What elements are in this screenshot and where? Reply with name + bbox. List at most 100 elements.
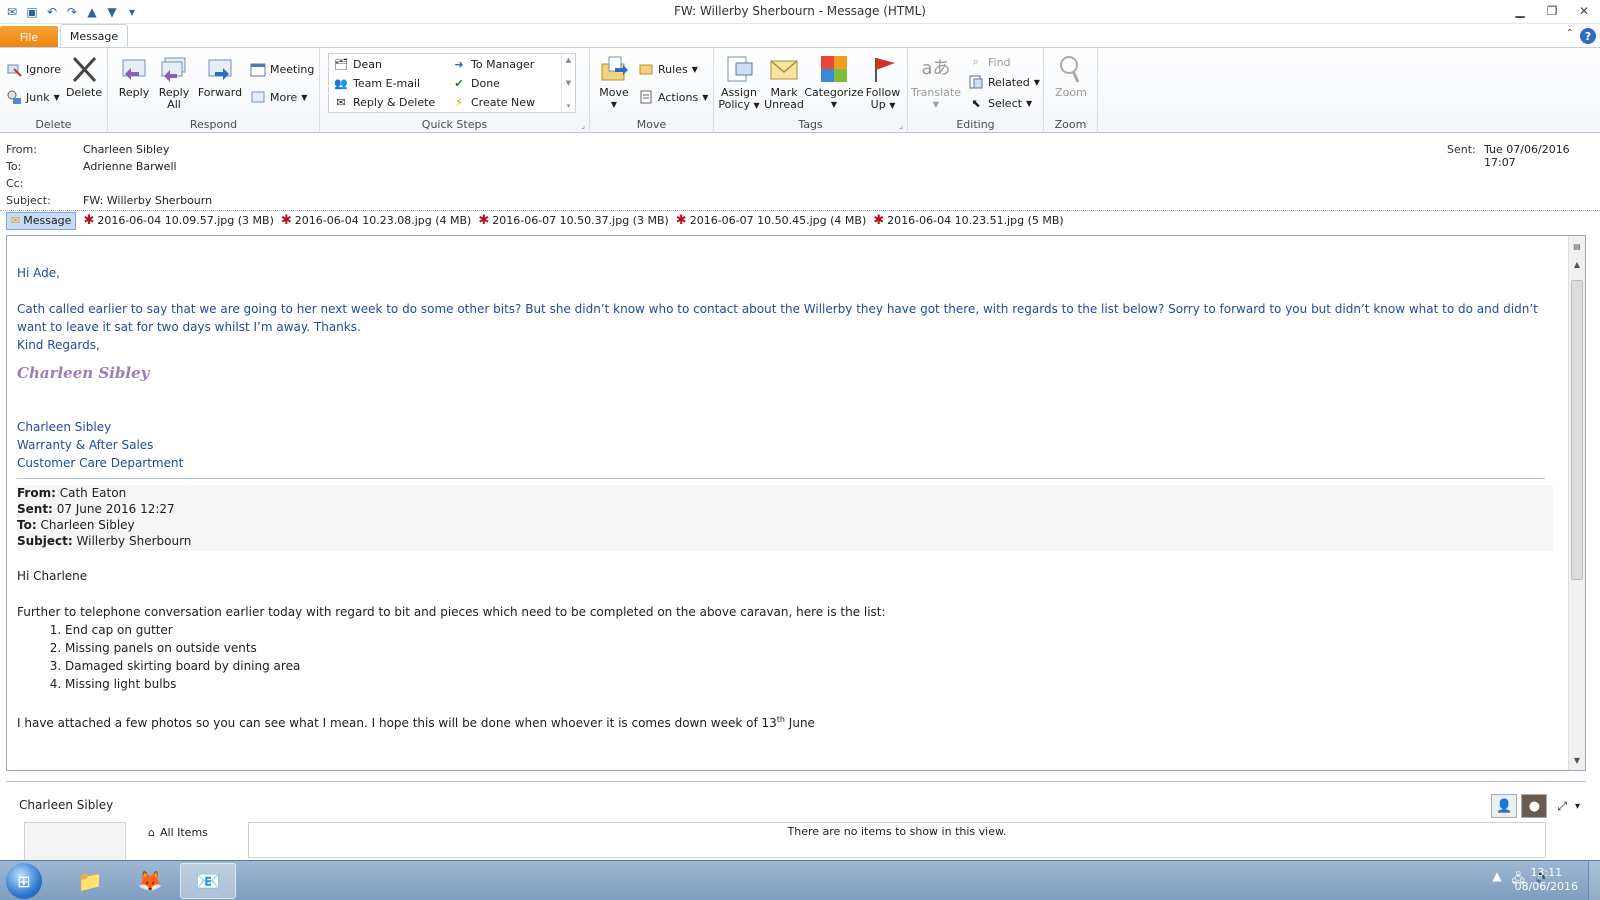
more-respond-button[interactable]: More ▼ bbox=[250, 89, 307, 105]
quick-step-reply-delete[interactable]: ✉ Reply & Delete bbox=[333, 94, 435, 110]
team-email-icon: 👥 bbox=[334, 76, 348, 90]
clock[interactable]: 13:11 08/06/2016 bbox=[1515, 866, 1578, 894]
move-button[interactable]: Move ▼ bbox=[598, 54, 630, 111]
help-icon[interactable]: ? bbox=[1580, 28, 1596, 44]
rules-icon bbox=[638, 61, 654, 77]
group-label-quick-steps: Quick Steps bbox=[421, 118, 488, 131]
group-quick-steps: 🗂 Dean 👥 Team E-mail ✉ Reply & Delete ➜ … bbox=[320, 48, 590, 133]
jpg-file-icon: ✱ bbox=[873, 213, 885, 228]
forwarded-greeting: Hi Charlene bbox=[17, 569, 88, 583]
list-item: Missing light bulbs bbox=[65, 675, 1553, 693]
translate-button[interactable]: aあ Translate ▼ bbox=[911, 54, 961, 111]
expand-gallery-icon[interactable]: ▾ bbox=[567, 102, 571, 110]
quick-step-to-manager[interactable]: ➜ To Manager bbox=[451, 56, 534, 72]
delete-button[interactable]: Delete bbox=[66, 54, 102, 99]
rules-button[interactable]: Rules ▼ bbox=[638, 61, 698, 77]
chevron-down-icon: ▼ bbox=[610, 100, 618, 109]
contact-photo-placeholder bbox=[24, 822, 126, 862]
scroll-down-icon[interactable]: ▼ bbox=[566, 79, 571, 87]
reply-button[interactable]: Reply bbox=[118, 54, 150, 99]
group-respond: Reply Reply All Forward Meeting More ▼ R… bbox=[108, 48, 320, 133]
folder-arrow-icon: 🗂 bbox=[334, 57, 348, 71]
quick-step-create-new[interactable]: ⚡ Create New bbox=[451, 94, 535, 110]
select-button[interactable]: ⬉ Select ▼ bbox=[968, 95, 1032, 111]
people-pane: Charleen Sibley 👤 ● ⤢ ▾ ⌂ All Items Ther… bbox=[6, 781, 1586, 862]
group-delete: Ignore Junk ▼ Delete Delete bbox=[0, 48, 108, 133]
attachment-item[interactable]: ✱ 2016-06-07 10.50.45.jpg (4 MB) bbox=[676, 213, 866, 228]
attachment-item[interactable]: ✱ 2016-06-04 10.09.57.jpg (3 MB) bbox=[83, 213, 273, 228]
expand-icon[interactable]: ⤢ bbox=[1557, 799, 1567, 814]
close-button[interactable]: ✕ bbox=[1568, 0, 1600, 22]
minimize-ribbon-icon[interactable]: ⌃ bbox=[1566, 28, 1574, 44]
body-paragraph: Cath called earlier to say that we are g… bbox=[17, 302, 1538, 334]
quick-step-team-email[interactable]: 👥 Team E-mail bbox=[333, 75, 420, 91]
all-items-link[interactable]: ⌂ All Items bbox=[148, 826, 208, 839]
forwarded-paragraph: Further to telephone conversation earlie… bbox=[17, 605, 886, 619]
quick-step-done[interactable]: ✔ Done bbox=[451, 75, 500, 91]
message-body: Hi Ade, Cath called earlier to say that … bbox=[17, 264, 1553, 732]
jpg-file-icon: ✱ bbox=[83, 213, 95, 228]
firefox-icon[interactable]: 🦊 bbox=[122, 863, 178, 899]
dialog-launcher-icon[interactable]: ⌟ bbox=[581, 121, 585, 130]
ruler-icon[interactable]: ▤ bbox=[1569, 238, 1585, 254]
restore-button[interactable]: ❐ bbox=[1536, 0, 1568, 22]
scroll-thumb[interactable] bbox=[1571, 280, 1583, 580]
categorize-button[interactable]: Categorize ▼ bbox=[804, 54, 864, 111]
show-hidden-icons-icon[interactable]: ▲ bbox=[1492, 869, 1501, 890]
dialog-launcher-icon[interactable]: ⌟ bbox=[899, 121, 903, 130]
meeting-button[interactable]: Meeting bbox=[250, 61, 314, 77]
person-placeholder-icon[interactable]: 👤 bbox=[1491, 794, 1518, 818]
checkmark-icon: ✔ bbox=[454, 76, 464, 90]
message-body-pane[interactable]: Hi Ade, Cath called earlier to say that … bbox=[6, 235, 1586, 771]
ignore-button[interactable]: Ignore bbox=[6, 61, 61, 77]
attachment-item[interactable]: ✱ 2016-06-04 10.23.51.jpg (5 MB) bbox=[873, 213, 1063, 228]
to-value[interactable]: Adrienne Barwell bbox=[83, 160, 177, 173]
taskbar: ⊞ 📁 🦊 📧 ▲ 🖧 🔊 13:11 08/06/2016 bbox=[0, 860, 1600, 900]
chevron-down-icon: ▼ bbox=[889, 101, 896, 110]
attachment-message-tab[interactable]: ✉ Message bbox=[6, 211, 77, 230]
scroll-down-icon[interactable]: ▼ bbox=[1569, 752, 1585, 768]
group-label-zoom: Zoom bbox=[1054, 118, 1087, 131]
assign-policy-button[interactable]: Assign Policy ▼ bbox=[718, 54, 760, 112]
follow-up-button[interactable]: Follow Up ▼ bbox=[864, 54, 902, 112]
group-label-tags: Tags bbox=[798, 118, 823, 131]
attachment-item[interactable]: ✱ 2016-06-04 10.23.08.jpg (4 MB) bbox=[281, 213, 471, 228]
ribbon-tabs: File Message ⌃ ? bbox=[0, 24, 1600, 48]
tab-file[interactable]: File bbox=[0, 26, 58, 48]
actions-button[interactable]: Actions ▼ bbox=[638, 89, 708, 105]
reply-all-button[interactable]: Reply All bbox=[158, 54, 190, 111]
quick-step-dean[interactable]: 🗂 Dean bbox=[333, 56, 382, 72]
start-button[interactable]: ⊞ bbox=[6, 863, 42, 899]
quick-steps-scrollbar[interactable]: ▲ ▼ ▾ bbox=[561, 54, 575, 112]
scroll-up-icon[interactable]: ▲ bbox=[1569, 256, 1585, 272]
outlook-icon[interactable]: 📧 bbox=[180, 863, 236, 899]
scroll-up-icon[interactable]: ▲ bbox=[566, 56, 571, 64]
zoom-button[interactable]: Zoom bbox=[1052, 54, 1090, 99]
forward-button[interactable]: Forward bbox=[198, 54, 242, 99]
show-desktop-button[interactable] bbox=[1588, 861, 1600, 900]
tab-message[interactable]: Message bbox=[60, 24, 128, 48]
minimize-button[interactable]: ▁ bbox=[1504, 0, 1536, 22]
related-button[interactable]: Related ▼ bbox=[968, 74, 1040, 90]
body-scrollbar[interactable]: ▤ ▲ ▼ bbox=[1568, 236, 1585, 770]
mark-unread-button[interactable]: Mark Unread bbox=[764, 54, 804, 111]
junk-button[interactable]: Junk ▼ bbox=[6, 89, 60, 105]
group-label-editing: Editing bbox=[956, 118, 995, 131]
jpg-file-icon: ✱ bbox=[280, 213, 292, 228]
categorize-icon bbox=[819, 54, 849, 84]
greeting: Hi Ade, bbox=[17, 266, 60, 280]
avatar[interactable]: ● bbox=[1521, 794, 1548, 818]
explorer-icon[interactable]: 📁 bbox=[62, 863, 118, 899]
attachment-item[interactable]: ✱ 2016-06-07 10.50.37.jpg (3 MB) bbox=[478, 213, 668, 228]
group-label-delete: Delete bbox=[35, 118, 72, 131]
binoculars-icon: ⌕ bbox=[972, 55, 980, 68]
forward-icon bbox=[205, 54, 235, 84]
signature-department: Customer Care Department bbox=[17, 456, 184, 470]
actions-icon bbox=[638, 89, 654, 105]
chevron-down-icon: ▼ bbox=[753, 101, 760, 110]
from-value[interactable]: Charleen Sibley bbox=[83, 143, 169, 156]
jpg-file-icon: ✱ bbox=[478, 213, 490, 228]
find-button[interactable]: ⌕ Find bbox=[968, 54, 1011, 70]
envelope-icon: ✉ bbox=[11, 214, 21, 227]
chevron-down-icon[interactable]: ▾ bbox=[1575, 801, 1580, 812]
